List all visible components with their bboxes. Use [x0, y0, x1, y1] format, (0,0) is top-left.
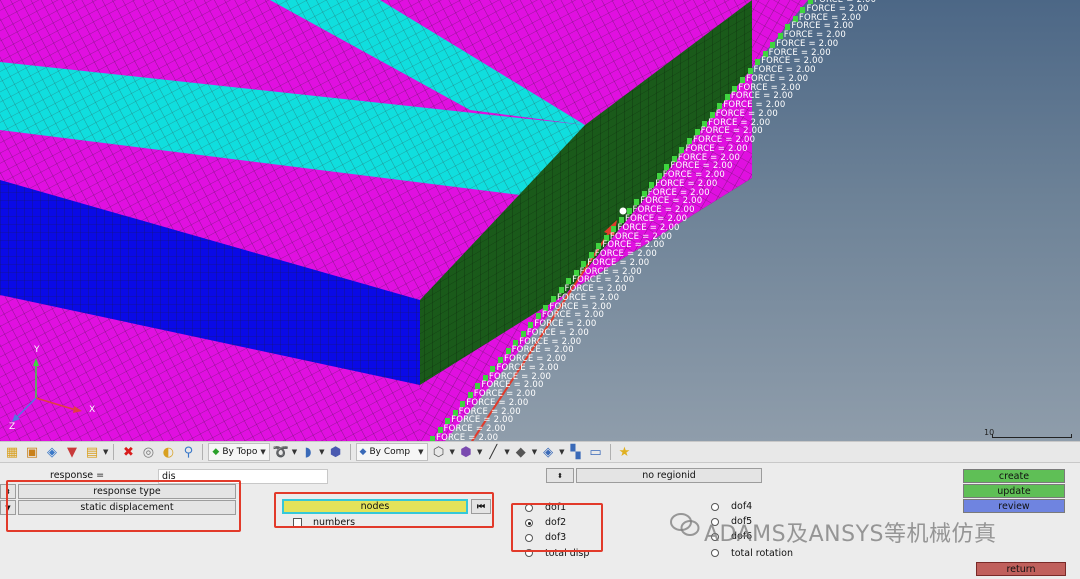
dof4-radio[interactable]	[711, 503, 719, 511]
highlight-box-dof	[511, 503, 603, 552]
toolbar-separator	[202, 444, 204, 460]
force-arrow-icon	[550, 295, 556, 302]
color-mode-icon: ◆	[359, 447, 367, 457]
regionid-button[interactable]: no regionid	[576, 468, 762, 483]
dropdown-arrow-icon[interactable]: ▼	[559, 448, 564, 456]
assembly-icon[interactable]: ▣	[23, 443, 41, 461]
plane-icon[interactable]: ◆	[512, 443, 530, 461]
star-icon[interactable]: ★	[616, 443, 634, 461]
force-arrow-icon	[800, 6, 806, 13]
chevron-down-icon: ▼	[260, 448, 266, 456]
lasso-icon[interactable]: ➰	[272, 443, 290, 461]
dropdown-arrow-icon[interactable]: ▼	[103, 448, 108, 456]
highlight-box-response-type	[6, 480, 241, 532]
update-button[interactable]: update	[963, 484, 1065, 498]
shaded-icon[interactable]: ⬢	[457, 443, 475, 461]
tie-icon[interactable]: ⚲	[179, 443, 197, 461]
load-collector-icon[interactable]: ▤	[83, 443, 101, 461]
mask-icon[interactable]: ◎	[139, 443, 157, 461]
scale-bar	[992, 434, 1072, 438]
force-arrow-icon	[739, 76, 745, 83]
wireframe-icon[interactable]: ⬡	[430, 443, 448, 461]
create-button[interactable]: create	[963, 469, 1065, 483]
line-icon[interactable]: ╱	[484, 443, 502, 461]
force-arrow-icon	[581, 260, 587, 267]
chevron-down-icon: ▼	[418, 448, 424, 456]
force-arrow-icon	[611, 225, 617, 232]
total-rotation-label: total rotation	[731, 548, 793, 559]
return-button[interactable]: return	[976, 562, 1066, 576]
toolbar-separator	[609, 444, 611, 460]
dof4-label: dof4	[731, 501, 753, 512]
regionid-toggle[interactable]: ⬍	[546, 468, 574, 483]
cube-icon[interactable]: ⬢	[327, 443, 345, 461]
layer-icon[interactable]: ◈	[539, 443, 557, 461]
color-mode-label: By Comp	[369, 447, 411, 457]
highlight-box-nodes	[274, 492, 494, 528]
axis-y-label: Y	[34, 345, 40, 355]
review-button[interactable]: review	[963, 499, 1065, 513]
hypermesh-window: FORCE = 2.00 FORCE = 2.00 FORCE = 2.00 FORC…	[0, 0, 1080, 579]
grid-icon[interactable]: ▚	[567, 443, 585, 461]
dropdown-arrow-icon[interactable]: ▼	[477, 448, 482, 456]
toolbar-separator	[113, 444, 115, 460]
toolbar-separator	[349, 444, 351, 460]
force-arrow-icon	[709, 111, 715, 118]
dropdown-arrow-icon[interactable]: ▼	[319, 448, 324, 456]
monitor-icon[interactable]: ▭	[587, 443, 605, 461]
component-icon[interactable]: ▦	[3, 443, 21, 461]
updown-arrow-icon: ⬍	[557, 471, 563, 480]
color-by-topo-select[interactable]: ◆ By Topo ▼	[208, 443, 270, 461]
color-by-comp-select[interactable]: ◆ By Comp ▼	[355, 443, 428, 461]
dropdown-arrow-icon[interactable]: ▼	[292, 448, 297, 456]
property-icon[interactable]: ▼	[63, 443, 81, 461]
main-toolbar: ▦ ▣ ◈ ▼ ▤ ▼ ✖ ◎ ◐ ⚲ ◆ By Topo ▼ ➰ ▼ ◗ ▼ …	[0, 441, 1080, 463]
color-mode-label: By Topo	[222, 447, 258, 457]
visibility-icon[interactable]: ◗	[299, 443, 317, 461]
force-arrow-icon	[490, 365, 496, 372]
force-arrow-icon	[770, 41, 776, 48]
delete-icon[interactable]: ✖	[119, 443, 137, 461]
material-icon[interactable]: ◈	[43, 443, 61, 461]
axis-z-label: Z	[9, 422, 16, 432]
graphics-viewport[interactable]: FORCE = 2.00 FORCE = 2.00 FORCE = 2.00 FORC…	[0, 0, 1080, 441]
dropdown-arrow-icon[interactable]: ▼	[532, 448, 537, 456]
find-icon[interactable]: ◐	[159, 443, 177, 461]
axis-x-label: X	[89, 405, 96, 415]
color-mode-icon: ◆	[212, 447, 220, 457]
watermark-text: ADAMS及ANSYS等机械仿真	[704, 522, 997, 547]
force-arrow-icon	[520, 330, 526, 337]
dropdown-arrow-icon[interactable]: ▼	[504, 448, 509, 456]
dropdown-arrow-icon[interactable]: ▼	[450, 448, 455, 456]
total-rotation-radio[interactable]	[711, 549, 719, 557]
force-label: FORCE = 2.00	[436, 433, 499, 442]
force-arrow-icon	[679, 146, 685, 153]
wechat-icon	[670, 513, 700, 536]
